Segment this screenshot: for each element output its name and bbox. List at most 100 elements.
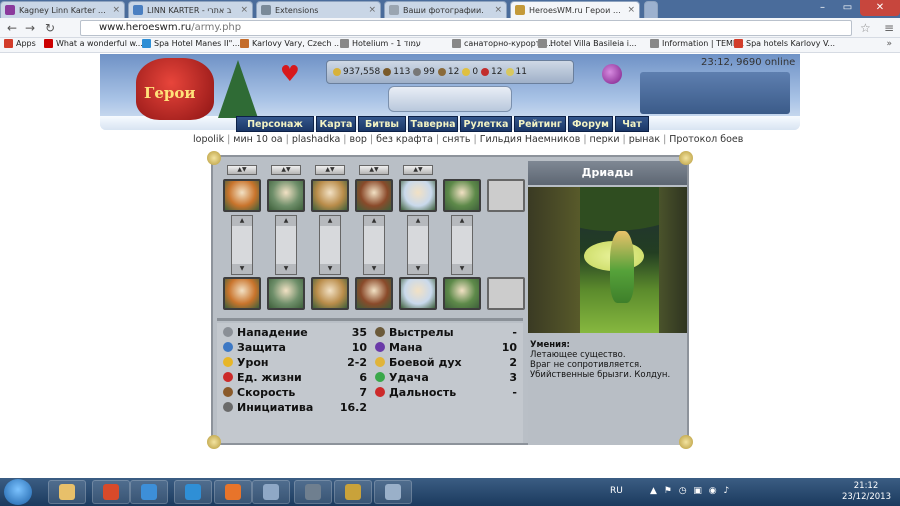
clock-time: 21:12: [853, 481, 879, 491]
bookmark-item[interactable]: Karlovy Vary, Czech ...: [240, 39, 342, 48]
menu-icon[interactable]: ≡: [884, 21, 894, 35]
tab-close-icon[interactable]: ×: [240, 5, 248, 15]
nav-tab[interactable]: Битвы: [358, 116, 406, 132]
taskbar-app[interactable]: [130, 480, 168, 504]
taskbar-app[interactable]: [334, 480, 372, 504]
tab-close-icon[interactable]: ×: [368, 5, 376, 15]
bookmarks-overflow[interactable]: »: [886, 39, 892, 49]
transfer-scroller[interactable]: ▲ ▼: [407, 215, 429, 275]
scroll-down-icon[interactable]: ▼: [364, 264, 384, 274]
reload-icon[interactable]: ↻: [42, 20, 58, 36]
tab-close-icon[interactable]: ×: [627, 5, 635, 15]
scroll-up-icon[interactable]: ▲: [452, 216, 472, 226]
nav-tab[interactable]: Форум: [568, 116, 613, 132]
back-icon[interactable]: ←: [4, 20, 20, 36]
bottom-creature-portrait[interactable]: [267, 277, 305, 310]
subnav-link[interactable]: Гильдия Наемников: [480, 134, 581, 145]
browser-tab[interactable]: HeroesWM.ru Герои войн ×: [510, 1, 640, 18]
nav-tab[interactable]: Рулетка: [460, 116, 512, 132]
transfer-scroller[interactable]: ▲ ▼: [231, 215, 253, 275]
bookmark-item[interactable]: Spa Hotel Manes II"...: [142, 39, 240, 48]
bottom-creature-portrait[interactable]: [399, 277, 437, 310]
bookmark-item[interactable]: Apps: [4, 39, 36, 48]
minimize-icon[interactable]: –: [810, 0, 835, 16]
scroll-down-icon[interactable]: ▼: [232, 264, 252, 274]
scroll-up-icon[interactable]: ▲: [364, 216, 384, 226]
top-creature-portrait[interactable]: [311, 179, 349, 212]
bottom-creature-portrait[interactable]: [311, 277, 349, 310]
subnav-link[interactable]: мин 10 оа: [233, 134, 282, 145]
subnav-link[interactable]: Протокол боев: [669, 134, 743, 145]
system-tray[interactable]: ▲ ⚑ ◷ ▣ ◉ ♪: [650, 486, 731, 496]
slot-arrows-button[interactable]: ▲▼: [403, 165, 433, 175]
scroll-up-icon[interactable]: ▲: [276, 216, 296, 226]
subnav-link[interactable]: plashadka: [292, 134, 340, 145]
slot-arrows-button[interactable]: ▲▼: [315, 165, 345, 175]
scroll-down-icon[interactable]: ▼: [408, 264, 428, 274]
slot-arrows-button[interactable]: ▲▼: [227, 165, 257, 175]
subnav-link[interactable]: перки: [590, 134, 620, 145]
bookmark-item[interactable]: What a wonderful w...: [44, 39, 143, 48]
subnav-link[interactable]: lopolik: [193, 134, 224, 145]
bookmark-star-icon[interactable]: ☆: [860, 21, 871, 35]
bottom-creature-portrait[interactable]: [355, 277, 393, 310]
slot-arrows-button[interactable]: ▲▼: [271, 165, 301, 175]
nav-tab[interactable]: Чат: [615, 116, 649, 132]
slot-arrows-button[interactable]: ▲▼: [359, 165, 389, 175]
language-indicator[interactable]: RU: [610, 486, 623, 496]
subnav-link[interactable]: без крафта: [376, 134, 433, 145]
taskbar-app[interactable]: [92, 480, 130, 504]
scroll-down-icon[interactable]: ▼: [276, 264, 296, 274]
browser-tab[interactable]: Ваши фотографии. ×: [384, 1, 507, 18]
browser-tab[interactable]: LINN KARTER - ב אתרי ×: [128, 1, 253, 18]
clock[interactable]: 21:12 23/12/2013: [842, 481, 891, 503]
bookmark-item[interactable]: Spa hotels Karlovy V...: [734, 39, 835, 48]
top-creature-portrait[interactable]: [399, 179, 437, 212]
taskbar-app[interactable]: [374, 480, 412, 504]
top-creature-portrait[interactable]: [223, 179, 261, 212]
bottom-empty-slot[interactable]: [487, 277, 525, 310]
top-creature-portrait[interactable]: [443, 179, 481, 212]
bookmark-item[interactable]: Hotelium - 1 עמוד: [340, 39, 421, 48]
taskbar-app[interactable]: [174, 480, 212, 504]
subnav-link[interactable]: рынак: [629, 134, 660, 145]
subnav-link[interactable]: вор: [350, 134, 367, 145]
top-creature-portrait[interactable]: [267, 179, 305, 212]
address-bar[interactable]: www.heroeswm.ru/army.php: [80, 20, 852, 36]
transfer-scroller[interactable]: ▲ ▼: [451, 215, 473, 275]
bottom-creature-portrait[interactable]: [223, 277, 261, 310]
nav-tab[interactable]: Карта: [316, 116, 356, 132]
bottom-creature-portrait[interactable]: [443, 277, 481, 310]
transfer-scroller[interactable]: ▲ ▼: [363, 215, 385, 275]
scroll-down-icon[interactable]: ▼: [452, 264, 472, 274]
scroll-up-icon[interactable]: ▲: [320, 216, 340, 226]
close-window-icon[interactable]: ✕: [860, 0, 900, 16]
scroll-up-icon[interactable]: ▲: [408, 216, 428, 226]
transfer-scroller[interactable]: ▲ ▼: [319, 215, 341, 275]
bookmark-item[interactable]: Hotel Villa Basileia i...: [538, 39, 637, 48]
scroll-down-icon[interactable]: ▼: [320, 264, 340, 274]
resource-item: 0: [462, 67, 478, 77]
taskbar-app[interactable]: [252, 480, 290, 504]
nav-tab[interactable]: Таверна: [408, 116, 458, 132]
taskbar-app[interactable]: [48, 480, 86, 504]
start-button[interactable]: [4, 479, 32, 505]
nav-tab[interactable]: Персонаж: [236, 116, 314, 132]
top-creature-portrait[interactable]: [355, 179, 393, 212]
browser-tab[interactable]: Extensions ×: [256, 1, 381, 18]
taskbar-app[interactable]: [214, 480, 252, 504]
nav-tab[interactable]: Рейтинг: [514, 116, 566, 132]
top-empty-slot[interactable]: [487, 179, 525, 212]
tab-close-icon[interactable]: ×: [112, 5, 120, 15]
maximize-icon[interactable]: ▭: [835, 0, 860, 16]
forward-icon[interactable]: →: [22, 20, 38, 36]
new-tab-button[interactable]: [644, 1, 658, 18]
browser-tab[interactable]: Kagney Linn Karter beaut×: [0, 1, 125, 18]
scroll-up-icon[interactable]: ▲: [232, 216, 252, 226]
bookmark-item[interactable]: Information | TEMP...: [650, 39, 744, 48]
logo-text[interactable]: Герои: [144, 84, 196, 102]
transfer-scroller[interactable]: ▲ ▼: [275, 215, 297, 275]
tab-close-icon[interactable]: ×: [494, 5, 502, 15]
taskbar-app[interactable]: [294, 480, 332, 504]
subnav-link[interactable]: снять: [442, 134, 470, 145]
